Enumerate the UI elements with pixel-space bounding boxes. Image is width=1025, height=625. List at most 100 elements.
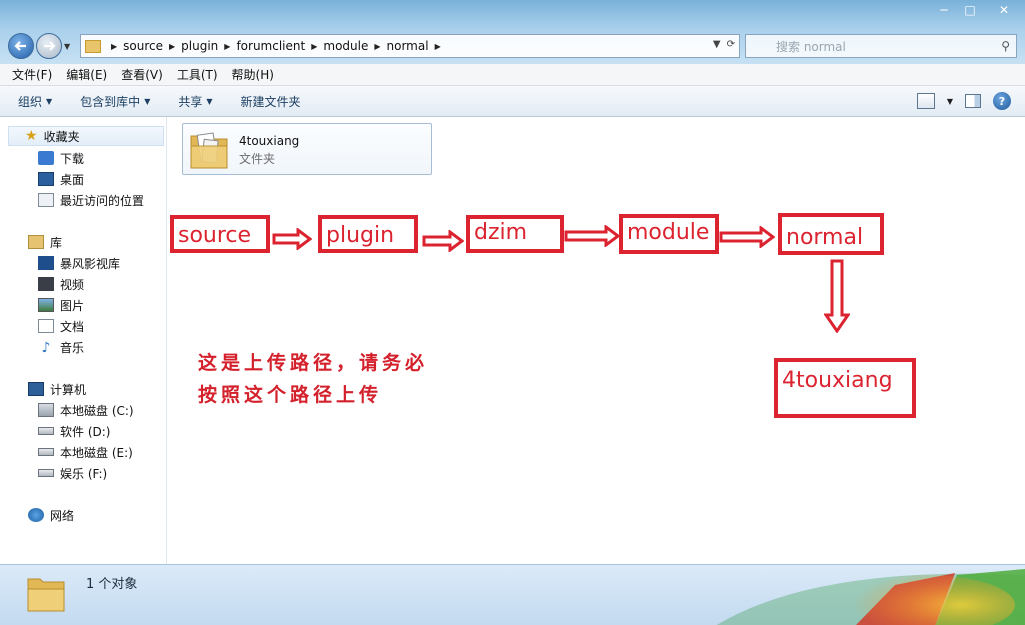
chevron-down-icon: ▼ — [144, 96, 151, 106]
include-library-label: 包含到库中 — [80, 94, 141, 109]
nav-item-videos[interactable]: 视频 — [38, 274, 84, 294]
arrow-right-icon — [422, 230, 464, 252]
search-icon[interactable]: ⚲ — [1001, 39, 1010, 53]
refresh-icon[interactable]: ⟳ — [727, 39, 735, 50]
nav-computer[interactable]: 计算机 — [28, 379, 86, 399]
share-button[interactable]: 共享 ▼ — [178, 93, 212, 110]
path-box-dzim: dzim — [466, 215, 564, 253]
details-pane: 1 个对象 — [0, 564, 1025, 625]
film-icon — [38, 277, 54, 291]
menu-file[interactable]: 文件(F) — [12, 66, 52, 83]
include-library-button[interactable]: 包含到库中 ▼ — [80, 93, 150, 110]
drive-icon — [38, 403, 54, 417]
nav-item-label: 娱乐 (F:) — [60, 466, 108, 481]
folder-icon — [85, 39, 101, 53]
path-box-plugin: plugin — [318, 215, 418, 253]
nav-item-pictures[interactable]: 图片 — [38, 295, 84, 315]
change-view-icon[interactable] — [916, 93, 935, 109]
target-box-4touxiang: 4touxiang — [774, 358, 916, 418]
nav-item-label: 本地磁盘 (E:) — [60, 445, 133, 460]
network-icon — [28, 508, 44, 522]
arrow-down-icon — [824, 259, 850, 333]
computer-icon — [28, 382, 44, 396]
drive-icon — [38, 469, 54, 477]
new-folder-label: 新建文件夹 — [240, 94, 301, 109]
star-icon: ★ — [25, 128, 38, 144]
chevron-right-icon[interactable]: ▶ — [111, 42, 117, 51]
menu-help[interactable]: 帮助(H) — [232, 66, 274, 83]
nav-item-drive-d[interactable]: 软件 (D:) — [38, 421, 110, 441]
chevron-right-icon[interactable]: ▶ — [311, 42, 317, 51]
search-placeholder: 搜索 normal — [776, 39, 846, 54]
menu-edit[interactable]: 编辑(E) — [66, 66, 107, 83]
organize-button[interactable]: 组织 ▼ — [18, 93, 52, 110]
forward-button[interactable] — [36, 33, 62, 59]
nav-item-label: 下载 — [60, 151, 85, 166]
minimize-button[interactable]: ─ — [931, 0, 957, 20]
arrow-right-icon — [272, 228, 312, 250]
nav-item-drive-e[interactable]: 本地磁盘 (E:) — [38, 442, 133, 462]
nav-item-desktop[interactable]: 桌面 — [38, 169, 84, 189]
recent-places-icon — [38, 193, 54, 207]
maximize-button[interactable]: □ — [957, 0, 983, 20]
close-button[interactable]: ✕ — [983, 0, 1025, 20]
search-box[interactable]: 搜索 normal ⚲ — [745, 34, 1017, 58]
windows-logo-background — [716, 569, 1025, 625]
nav-libraries[interactable]: 库 — [28, 232, 62, 252]
menu-tools[interactable]: 工具(T) — [177, 66, 218, 83]
address-dropdown-icon[interactable]: ▼ — [713, 39, 721, 50]
nav-item-label: 本地磁盘 (C:) — [60, 403, 134, 418]
help-icon[interactable]: ? — [993, 92, 1011, 110]
breadcrumb-forumclient[interactable]: forumclient — [236, 39, 305, 53]
nav-network-label: 网络 — [50, 508, 75, 523]
address-bar[interactable]: ▶ source ▶ plugin ▶ forumclient ▶ module… — [80, 34, 740, 58]
new-folder-button[interactable]: 新建文件夹 — [241, 93, 301, 110]
nav-item-drive-c[interactable]: 本地磁盘 (C:) — [38, 400, 134, 420]
music-note-icon: ♪ — [41, 340, 51, 356]
chevron-down-icon: ▼ — [206, 96, 213, 106]
address-tail: ▼ ⟳ — [713, 39, 735, 50]
breadcrumb-normal[interactable]: normal — [387, 39, 429, 53]
nav-network[interactable]: 网络 — [28, 505, 74, 525]
nav-item-label: 视频 — [60, 277, 85, 292]
chevron-right-icon[interactable]: ▶ — [374, 42, 380, 51]
nav-item-documents[interactable]: 文档 — [38, 316, 84, 336]
share-label: 共享 — [178, 94, 203, 109]
title-bar: ─ □ ✕ ▼ ▶ source ▶ plugin ▶ forumclient … — [0, 0, 1025, 64]
nav-item-label: 软件 (D:) — [60, 424, 111, 439]
explorer-window: ─ □ ✕ ▼ ▶ source ▶ plugin ▶ forumclient … — [0, 0, 1025, 625]
path-box-source: source — [170, 215, 270, 253]
folder-item[interactable]: 4touxiang 文件夹 — [182, 123, 432, 175]
preview-pane-icon[interactable] — [965, 94, 981, 108]
nav-item-recent[interactable]: 最近访问的位置 — [38, 190, 144, 210]
nav-item-drive-f[interactable]: 娱乐 (F:) — [38, 463, 107, 483]
chevron-right-icon[interactable]: ▶ — [435, 42, 441, 51]
nav-item-label: 桌面 — [60, 172, 85, 187]
nav-item-downloads[interactable]: 下载 — [38, 148, 84, 168]
file-list: 4touxiang 文件夹 source plugin dzim module … — [168, 117, 1025, 564]
nav-item-music[interactable]: ♪ 音乐 — [38, 337, 84, 357]
video-library-icon — [38, 256, 54, 270]
menu-bar: 文件(F) 编辑(E) 查看(V) 工具(T) 帮助(H) — [0, 64, 1025, 86]
recent-pages-dropdown[interactable]: ▼ — [64, 42, 74, 51]
arrow-right-icon — [719, 226, 775, 248]
breadcrumb-module[interactable]: module — [323, 39, 368, 53]
chevron-down-icon[interactable]: ▼ — [947, 97, 953, 106]
command-bar: 组织 ▼ 包含到库中 ▼ 共享 ▼ 新建文件夹 ▼ ? — [0, 86, 1025, 117]
folder-name: 4touxiang — [239, 134, 300, 148]
nav-item-label: 最近访问的位置 — [60, 193, 145, 208]
organize-label: 组织 — [18, 94, 43, 109]
chevron-down-icon: ▼ — [46, 96, 53, 106]
nav-item-baofeng[interactable]: 暴风影视库 — [38, 253, 120, 273]
breadcrumb-plugin[interactable]: plugin — [181, 39, 218, 53]
chevron-right-icon[interactable]: ▶ — [224, 42, 230, 51]
forward-arrow-icon — [44, 41, 56, 51]
folder-icon — [190, 132, 228, 169]
chevron-right-icon[interactable]: ▶ — [169, 42, 175, 51]
nav-favorites[interactable]: ★ 收藏夹 — [8, 126, 164, 146]
back-button[interactable] — [8, 33, 34, 59]
folder-icon — [27, 578, 65, 612]
menu-view[interactable]: 查看(V) — [121, 66, 163, 83]
arrow-right-icon — [564, 225, 620, 247]
breadcrumb-source[interactable]: source — [123, 39, 163, 53]
